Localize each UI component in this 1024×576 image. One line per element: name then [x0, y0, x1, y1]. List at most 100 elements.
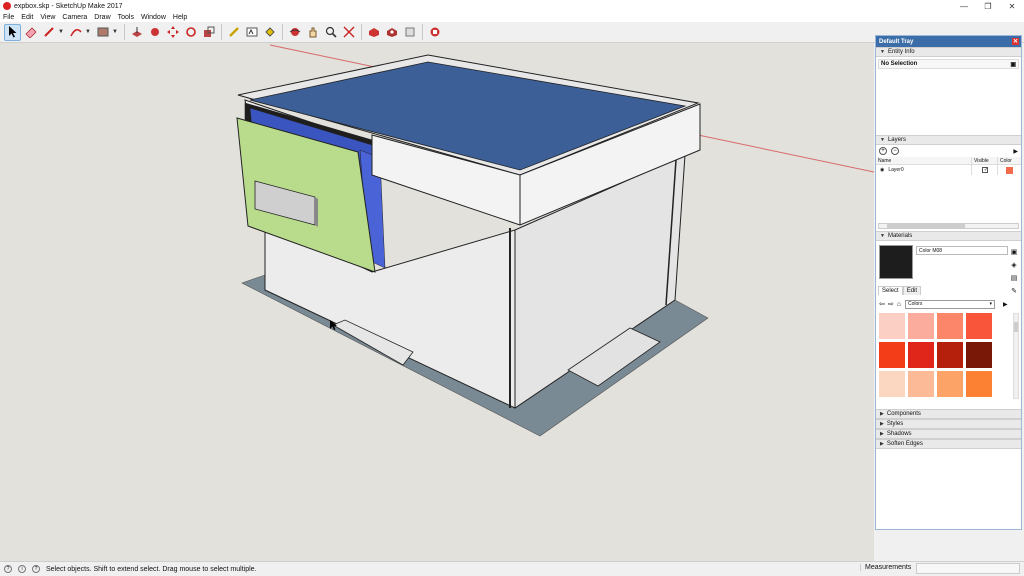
home-icon[interactable]: ⌂ — [897, 301, 901, 308]
shadows-header[interactable]: ▶ Shadows — [876, 429, 1021, 439]
scale-tool-icon[interactable] — [200, 24, 217, 41]
push-pull-tool-icon[interactable] — [128, 24, 145, 41]
tab-edit[interactable]: Edit — [902, 286, 922, 295]
follow-me-tool-icon[interactable] — [146, 24, 163, 41]
details-arrow-icon[interactable]: ▶ — [1003, 301, 1008, 308]
rectangle-tool-icon[interactable] — [94, 24, 111, 41]
caret-right-icon: ▶ — [880, 441, 884, 447]
close-button[interactable]: ✕ — [1000, 0, 1024, 12]
material-swatch[interactable] — [879, 342, 905, 368]
soften-edges-header[interactable]: ▶ Soften Edges — [876, 439, 1021, 449]
menu-tools[interactable]: Tools — [118, 14, 134, 21]
display-secondary-icon[interactable]: ▣ — [1010, 246, 1018, 259]
material-swatch-grid — [879, 313, 1012, 399]
add-layer-button[interactable]: + — [879, 147, 887, 155]
chevron-down-icon[interactable]: ▼ — [112, 29, 119, 35]
tape-measure-tool-icon[interactable] — [225, 24, 242, 41]
lock-icon[interactable]: ▣ — [1010, 61, 1016, 68]
help-icon[interactable]: ? — [32, 565, 40, 573]
move-tool-icon[interactable] — [164, 24, 181, 41]
paint-bucket-tool-icon[interactable] — [261, 24, 278, 41]
material-swatch[interactable] — [966, 313, 992, 339]
line-tool-icon[interactable] — [40, 24, 57, 41]
select-tool-icon[interactable] — [4, 23, 21, 41]
components-header[interactable]: ▶ Components — [876, 409, 1021, 419]
layer-color-swatch[interactable] — [1006, 166, 1013, 174]
extension-manager-icon[interactable] — [426, 24, 443, 41]
material-swatch[interactable] — [879, 313, 905, 339]
entity-info-header[interactable]: ▼ Entity Info — [876, 47, 1021, 57]
model-canvas[interactable] — [0, 43, 874, 561]
text-tool-icon[interactable] — [243, 24, 260, 41]
caret-down-icon: ▼ — [880, 233, 885, 239]
material-swatch[interactable] — [879, 371, 905, 397]
column-color[interactable]: Color — [998, 157, 1021, 164]
3d-warehouse-icon[interactable] — [365, 24, 382, 41]
forward-arrow-icon[interactable]: ⇨ — [888, 300, 894, 308]
chevron-down-icon[interactable]: ▼ — [85, 29, 92, 35]
tray-close-button[interactable]: ✕ — [1012, 38, 1019, 45]
front-face — [264, 221, 516, 409]
arc-tool-icon[interactable] — [67, 24, 84, 41]
material-swatch[interactable] — [966, 342, 992, 368]
menu-draw[interactable]: Draw — [94, 14, 110, 21]
minimize-button[interactable]: — — [952, 0, 976, 12]
chevron-down-icon[interactable]: ▼ — [58, 29, 65, 35]
caret-down-icon: ▼ — [880, 137, 885, 143]
menu-bar: File Edit View Camera Draw Tools Window … — [0, 12, 1024, 22]
menu-help[interactable]: Help — [173, 14, 187, 21]
menu-edit[interactable]: Edit — [21, 14, 33, 21]
collection-select[interactable]: Colors ▾ — [904, 299, 995, 309]
caret-right-icon: ▶ — [880, 421, 884, 427]
entity-info-title: Entity Info — [887, 49, 915, 55]
material-swatch[interactable] — [937, 313, 963, 339]
eraser-tool-icon[interactable] — [22, 24, 39, 41]
menu-view[interactable]: View — [40, 14, 55, 21]
material-side-icons: ▣ ◈ ▤ — [1010, 246, 1018, 285]
zoom-extents-tool-icon[interactable] — [340, 24, 357, 41]
layer-row[interactable]: ◉ Layer0 ✓ — [876, 165, 1021, 175]
zoom-tool-icon[interactable] — [322, 24, 339, 41]
details-arrow-icon[interactable]: ▶ — [1013, 148, 1018, 155]
remove-layer-button[interactable]: − — [890, 147, 899, 155]
collapsed-panels: ▶ Components ▶ Styles ▶ Shadows ▶ Soften Edg… — [876, 409, 1021, 449]
materials-header[interactable]: ▼ Materials — [876, 231, 1021, 241]
orbit-tool-icon[interactable] — [286, 24, 303, 41]
back-arrow-icon[interactable]: ⇦ — [879, 300, 885, 308]
scroll-thumb[interactable] — [887, 224, 965, 228]
pan-tool-icon[interactable] — [304, 24, 321, 41]
menu-camera[interactable]: Camera — [62, 14, 87, 21]
restore-button[interactable]: ❐ — [976, 0, 1000, 12]
styles-header[interactable]: ▶ Styles — [876, 419, 1021, 429]
create-material-icon[interactable]: ◈ — [1010, 259, 1018, 272]
materials-vertical-scrollbar[interactable] — [1013, 313, 1019, 399]
extension-warehouse-icon[interactable] — [383, 24, 400, 41]
material-swatch[interactable] — [908, 342, 934, 368]
menu-window[interactable]: Window — [141, 14, 166, 21]
credits-icon[interactable]: i — [18, 565, 26, 573]
default-material-icon[interactable]: ▤ — [1010, 272, 1018, 285]
sample-paint-icon[interactable]: ✎ — [1011, 287, 1017, 295]
active-layer-radio-icon[interactable]: ◉ — [878, 167, 884, 173]
material-swatch[interactable] — [908, 313, 934, 339]
material-swatch[interactable] — [937, 342, 963, 368]
material-name-field[interactable]: Color M08 — [916, 246, 1008, 255]
material-swatch[interactable] — [966, 371, 992, 397]
layout-icon[interactable] — [401, 24, 418, 41]
column-name[interactable]: Name — [876, 157, 972, 164]
menu-file[interactable]: File — [3, 14, 14, 21]
tab-select[interactable]: Select — [878, 286, 903, 295]
tray-title: Default Tray — [879, 38, 914, 45]
scroll-thumb[interactable] — [1014, 322, 1018, 332]
chevron-down-icon: ▾ — [989, 301, 992, 307]
visible-checkbox[interactable]: ✓ — [982, 167, 988, 173]
measurements-input[interactable] — [916, 563, 1020, 574]
column-visible[interactable]: Visible — [972, 157, 998, 164]
model-viewport[interactable] — [0, 43, 874, 561]
material-swatch[interactable] — [908, 371, 934, 397]
layers-header[interactable]: ▼ Layers — [876, 135, 1021, 145]
layers-horizontal-scrollbar[interactable] — [878, 223, 1019, 229]
material-swatch[interactable] — [937, 371, 963, 397]
geo-location-icon[interactable]: ? — [4, 565, 12, 573]
rotate-tool-icon[interactable] — [182, 24, 199, 41]
